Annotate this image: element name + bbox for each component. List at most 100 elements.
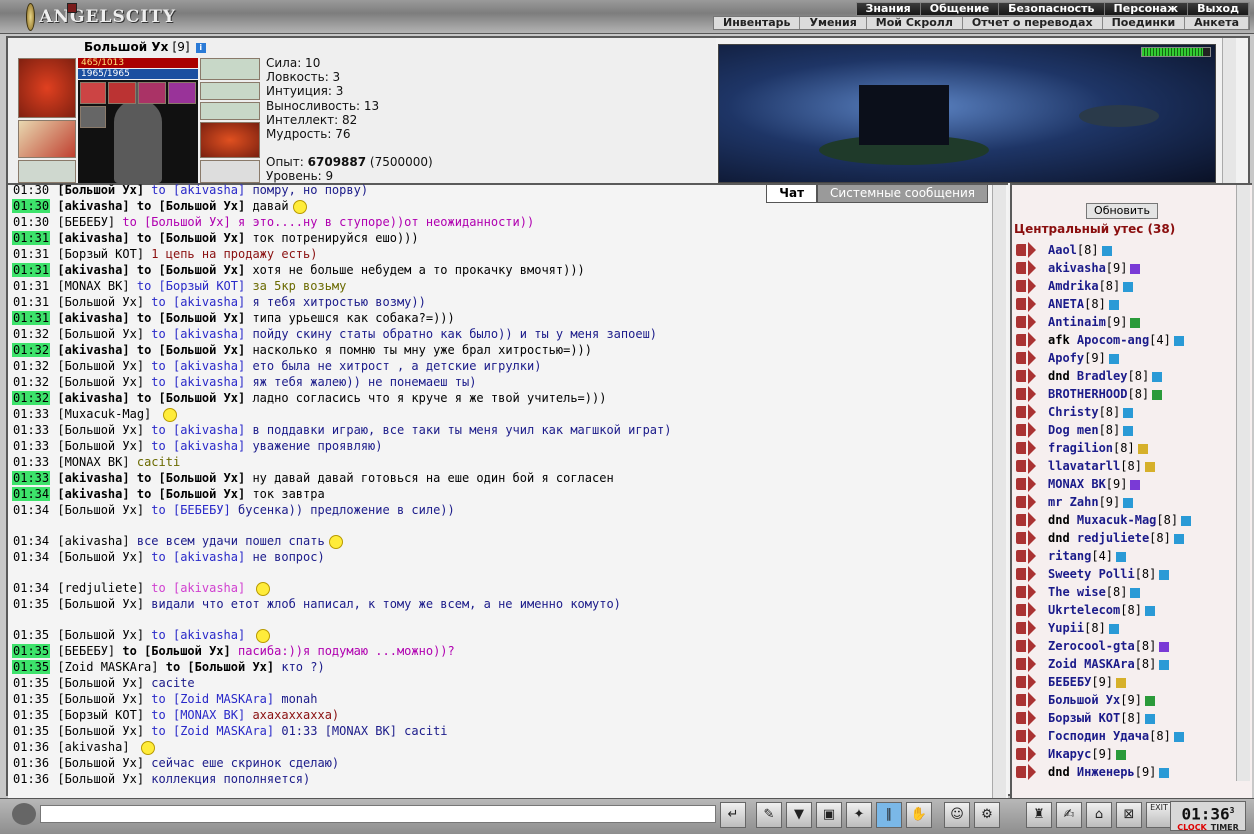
- chat-recipient[interactable]: to [Борзый КОТ]: [137, 279, 245, 293]
- chat-sender[interactable]: [Большой Ух]: [57, 295, 144, 309]
- private-arrow-icon[interactable]: [1016, 368, 1036, 384]
- submenu-profile[interactable]: Анкета: [1185, 17, 1249, 29]
- private-arrow-icon[interactable]: [1016, 440, 1036, 456]
- private-arrow-icon[interactable]: [1016, 476, 1036, 492]
- submenu-transfer-report[interactable]: Отчет о переводах: [963, 17, 1103, 29]
- chat-recipient[interactable]: to [Большой Ух]: [137, 487, 245, 501]
- chat-sender[interactable]: [akivasha]: [57, 534, 129, 548]
- user-info-icon[interactable]: [1123, 407, 1134, 418]
- chat-sender[interactable]: [akivasha]: [57, 487, 129, 501]
- user-name[interactable]: Muxacuk-Mag: [1077, 513, 1156, 527]
- ring-slot-2[interactable]: [138, 82, 166, 104]
- tab-system-messages[interactable]: Системные сообщения: [817, 185, 988, 203]
- menu-knowledge[interactable]: Знания: [857, 3, 921, 15]
- gloves-slot[interactable]: [200, 122, 260, 158]
- user-name[interactable]: Большой Ух: [1048, 693, 1120, 707]
- chat-sender[interactable]: [akivasha]: [57, 263, 129, 277]
- helmet-slot[interactable]: [18, 58, 76, 118]
- scroll-icon[interactable]: ✍: [1056, 802, 1082, 828]
- chat-sender[interactable]: [Большой Ух]: [57, 550, 144, 564]
- user-info-icon[interactable]: [1173, 731, 1184, 742]
- user-info-icon[interactable]: [1116, 677, 1127, 688]
- user-info-icon[interactable]: [1108, 353, 1119, 364]
- chat-sender[interactable]: [MONAX BK]: [57, 455, 129, 469]
- user-info-icon[interactable]: [1152, 389, 1163, 400]
- user-info-icon[interactable]: [1181, 515, 1192, 526]
- boots-slot[interactable]: [200, 160, 260, 183]
- user-info-icon[interactable]: [1123, 425, 1134, 436]
- user-list-item[interactable]: Apofy[9]: [1012, 349, 1236, 367]
- user-name[interactable]: Yupii: [1048, 621, 1084, 635]
- private-arrow-icon[interactable]: [1016, 512, 1036, 528]
- submenu-skills[interactable]: Умения: [800, 17, 867, 29]
- user-list-item[interactable]: Antinaim[9]: [1012, 313, 1236, 331]
- private-arrow-icon[interactable]: [1016, 278, 1036, 294]
- potion-slot-2[interactable]: [200, 82, 260, 100]
- user-info-icon[interactable]: [1123, 497, 1134, 508]
- user-list-item[interactable]: dnd Инженерь[9]: [1012, 763, 1236, 781]
- chat-recipient[interactable]: to [Zoid MASKAra]: [151, 692, 274, 706]
- user-info-icon[interactable]: [1173, 533, 1184, 544]
- user-name[interactable]: BROTHERHOOD: [1048, 387, 1127, 401]
- private-arrow-icon[interactable]: [1016, 530, 1036, 546]
- refresh-button[interactable]: Обновить: [1086, 203, 1158, 219]
- private-arrow-icon[interactable]: [1016, 314, 1036, 330]
- chat-sender[interactable]: [Muxacuk-Mag]: [57, 407, 151, 421]
- chat-sender[interactable]: [akivasha]: [57, 343, 129, 357]
- user-name[interactable]: Amdrika: [1048, 279, 1099, 293]
- chat-sender[interactable]: [akivasha]: [57, 740, 129, 754]
- clock-tab[interactable]: CLOCK: [1175, 823, 1209, 832]
- user-name[interactable]: MONAX BK: [1048, 477, 1106, 491]
- user-list-item[interactable]: fragilion[8]: [1012, 439, 1236, 457]
- chat-recipient[interactable]: to [Большой Ух]: [137, 471, 245, 485]
- chat-recipient[interactable]: to [akivasha]: [151, 183, 245, 197]
- user-info-icon[interactable]: [1144, 713, 1155, 724]
- user-info-icon[interactable]: [1144, 461, 1155, 472]
- private-arrow-icon[interactable]: [1016, 242, 1036, 258]
- user-list-item[interactable]: mr Zahn[9]: [1012, 493, 1236, 511]
- user-list-item[interactable]: BROTHERHOOD[8]: [1012, 385, 1236, 403]
- tab-chat[interactable]: Чат: [766, 185, 818, 203]
- chat-recipient[interactable]: to [Большой Ух]: [137, 199, 245, 213]
- chat-sender[interactable]: [akivasha]: [57, 391, 129, 405]
- user-info-icon[interactable]: [1101, 245, 1112, 256]
- chat-recipient[interactable]: to [Большой Ух]: [122, 215, 230, 229]
- user-list-item[interactable]: Ukrtelecom[8]: [1012, 601, 1236, 619]
- logo[interactable]: ANGELSCITY: [26, 2, 176, 32]
- pause-icon[interactable]: ∥: [876, 802, 902, 828]
- chat-recipient[interactable]: to [akivasha]: [151, 581, 245, 595]
- user-list-item[interactable]: Yupii[8]: [1012, 619, 1236, 637]
- user-info-icon[interactable]: [1108, 299, 1119, 310]
- speaker-icon[interactable]: [12, 803, 36, 825]
- private-arrow-icon[interactable]: [1016, 422, 1036, 438]
- chat-sender[interactable]: [MONAX BK]: [57, 279, 129, 293]
- user-info-icon[interactable]: [1116, 551, 1127, 562]
- chat-sender[interactable]: [akivasha]: [57, 199, 129, 213]
- submenu-my-scroll[interactable]: Мой Скролл: [867, 17, 963, 29]
- user-list-item[interactable]: Christy[8]: [1012, 403, 1236, 421]
- user-name[interactable]: Dog men: [1048, 423, 1099, 437]
- user-list-item[interactable]: Zoid MASKAra[8]: [1012, 655, 1236, 673]
- private-arrow-icon[interactable]: [1016, 260, 1036, 276]
- belt-slot[interactable]: [80, 106, 106, 128]
- private-arrow-icon[interactable]: [1016, 638, 1036, 654]
- bracer-slot[interactable]: [18, 120, 76, 158]
- chat-sender[interactable]: [Большой Ух]: [57, 676, 144, 690]
- user-list-item[interactable]: The wise[8]: [1012, 583, 1236, 601]
- chat-sender[interactable]: [Zoid MASKAra]: [57, 660, 158, 674]
- chat-sender[interactable]: [akivasha]: [57, 231, 129, 245]
- timer-tab[interactable]: TIMER: [1209, 823, 1241, 832]
- user-info-icon[interactable]: [1159, 569, 1170, 580]
- user-name[interactable]: ANETA: [1048, 297, 1084, 311]
- chat-sender[interactable]: [Борзый КОТ]: [57, 708, 144, 722]
- private-arrow-icon[interactable]: [1016, 296, 1036, 312]
- private-arrow-icon[interactable]: [1016, 710, 1036, 726]
- menu-security[interactable]: Безопасность: [999, 3, 1105, 15]
- top-scrollbar[interactable]: [1222, 38, 1236, 183]
- private-arrow-icon[interactable]: [1016, 656, 1036, 672]
- private-arrow-icon[interactable]: [1016, 494, 1036, 510]
- user-list-item[interactable]: afk Apocom-ang[4]: [1012, 331, 1236, 349]
- private-arrow-icon[interactable]: [1016, 728, 1036, 744]
- chat-recipient[interactable]: to [akivasha]: [151, 295, 245, 309]
- private-arrow-icon[interactable]: [1016, 458, 1036, 474]
